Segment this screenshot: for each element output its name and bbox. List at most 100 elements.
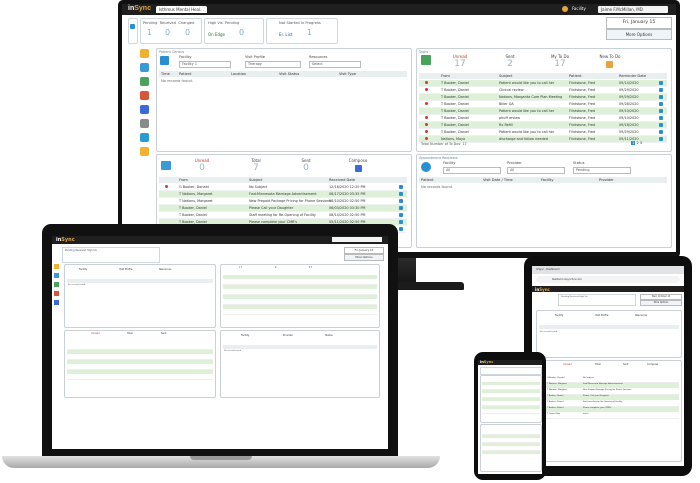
sent-count[interactable]: 2 <box>275 266 277 269</box>
sent-label: Sent <box>623 363 629 366</box>
user-menu[interactable] <box>332 237 382 242</box>
unread-count[interactable]: 17 <box>445 59 475 69</box>
app-logo[interactable]: inSync <box>56 237 75 243</box>
table-row[interactable]: T Nations, Margaret Fwd:Minnesota Marriag… <box>159 191 407 198</box>
alert-icon[interactable] <box>562 6 568 12</box>
sent-count[interactable]: 2 <box>495 59 525 69</box>
stats-strip[interactable]: Pending Received High Vis <box>558 294 636 306</box>
table-row[interactable] <box>482 410 540 414</box>
stats-strip[interactable] <box>480 367 542 375</box>
users-icon[interactable] <box>140 105 149 114</box>
table-row[interactable] <box>67 350 213 354</box>
document-icon[interactable] <box>140 119 149 128</box>
table-row[interactable] <box>482 382 540 385</box>
vis-stats[interactable]: High Vis Pending On Edge 0 <box>204 18 264 44</box>
resources-select[interactable]: Select <box>309 61 361 68</box>
visit-profile-select[interactable]: Therapy <box>245 61 301 68</box>
user-menu[interactable]: Jaime F.McMillan, MD <box>598 6 668 13</box>
new-todo-icon[interactable] <box>606 61 613 68</box>
browser-tab[interactable]: InSync - Dashboard <box>536 268 559 271</box>
messages-panel: Unread Total Sent Compose G Booker, Dona… <box>536 360 682 462</box>
table-row[interactable] <box>482 398 540 401</box>
total-count[interactable]: 7 <box>241 163 271 173</box>
table-row[interactable]: T Nations, Margaret Fwd:Minnesota Marriag… <box>539 383 679 388</box>
table-row[interactable]: T Booker, Daniel Staff meeting for Re-Ope… <box>159 212 407 219</box>
table-row[interactable]: T Booker, Daniel Patient would like you t… <box>419 108 667 115</box>
table-row[interactable] <box>223 295 377 299</box>
clipboard-icon[interactable] <box>54 264 59 269</box>
status-select[interactable]: Pending <box>573 167 631 174</box>
pill-icon[interactable] <box>140 91 149 100</box>
patient-census-panel: Patient Census Facility Facility 1 Visit… <box>156 48 412 152</box>
mail-icon <box>161 161 171 170</box>
more-options-button[interactable]: More Options <box>344 254 384 261</box>
er-list-label: Er. List <box>279 32 293 37</box>
date-display: Fri, January 15 <box>344 247 384 254</box>
table-row[interactable] <box>67 370 213 374</box>
calendar-icon[interactable] <box>140 133 149 142</box>
table-row[interactable]: T Booker, Daniel phuff review Flintstone, … <box>419 115 667 122</box>
table-row[interactable] <box>67 360 213 364</box>
more-options-button[interactable]: More Options <box>640 300 682 306</box>
provider-select[interactable]: All <box>507 167 565 174</box>
chart-icon[interactable] <box>54 273 59 278</box>
changed-count: 0 <box>185 28 191 37</box>
compose-icon[interactable] <box>355 165 362 172</box>
table-row[interactable]: T Booker, Daniel Patient would like you t… <box>419 80 667 87</box>
table-row[interactable] <box>482 443 540 446</box>
clock-icon[interactable] <box>140 147 149 156</box>
table-row[interactable]: T Booker, Daniel Patient would like you t… <box>419 129 667 136</box>
users-icon[interactable] <box>54 300 59 305</box>
orders-stats[interactable]: Pending Received Changed 1 0 0 <box>140 18 202 44</box>
more-options-button[interactable]: More Options <box>606 29 672 40</box>
table-row[interactable] <box>223 310 377 315</box>
app-logo[interactable]: inSync <box>128 5 151 12</box>
top-bar: inSync Isthmus Mental Heal... Facility J… <box>122 4 676 15</box>
url-text: testdemo.insynchcs.com <box>552 278 582 281</box>
home-icon[interactable] <box>128 18 138 44</box>
app-logo[interactable]: inSync <box>535 287 550 292</box>
my-todo-count[interactable]: 17 <box>309 266 312 269</box>
sent-count[interactable]: 0 <box>291 163 321 173</box>
pill-icon[interactable] <box>54 291 59 296</box>
table-row[interactable]: T Booker, Daniel Please Call your Daughte… <box>539 395 679 400</box>
unread-label: Unread <box>91 332 100 335</box>
table-row[interactable] <box>482 435 540 438</box>
clipboard-icon[interactable] <box>140 49 149 58</box>
todo-icon <box>421 55 431 65</box>
table-row[interactable] <box>482 451 540 454</box>
facility-label: Facility <box>555 314 564 317</box>
er-list-count: 1 <box>307 28 313 37</box>
stats-strip[interactable]: Pending Received High Vis <box>62 247 160 263</box>
facility-select[interactable]: All <box>443 167 501 174</box>
table-row[interactable]: T Booker, Daniel Nations, Margarita Care … <box>419 94 667 101</box>
panel-title: Appointment Requests <box>419 156 458 160</box>
address-bar[interactable]: testdemo.insynchcs.com <box>536 276 680 283</box>
table-row[interactable] <box>223 305 377 309</box>
table-row[interactable]: T Booker, Daniel Biller QA Flintstone, Fre… <box>419 101 667 108</box>
unread-count[interactable]: 17 <box>239 266 242 269</box>
table-row[interactable] <box>223 275 377 279</box>
table-row[interactable] <box>482 390 540 393</box>
workspace-tab[interactable]: Isthmus Mental Heal... <box>156 6 207 13</box>
table-row[interactable]: T Booker, Daniel Rx Refill Flintstone, Fre… <box>419 122 667 129</box>
chart-icon[interactable] <box>140 63 149 72</box>
progress-stats[interactable]: Not Started In Progress Er. List 1 <box>266 18 338 44</box>
people-icon[interactable] <box>54 282 59 287</box>
table-row[interactable] <box>67 375 213 380</box>
my-todo-count[interactable]: 17 <box>545 59 575 69</box>
pagination[interactable]: 1 2 3 <box>631 141 642 145</box>
table-row[interactable]: T Nations, Margaret New Prepaid Package P… <box>159 198 407 205</box>
table-row[interactable]: T Booker, Daniel Please complete your CMR… <box>539 407 679 412</box>
table-row[interactable] <box>482 406 540 409</box>
unread-count[interactable]: 0 <box>187 163 217 173</box>
facility-menu[interactable]: Facility <box>572 6 586 11</box>
app-logo[interactable]: inSync <box>480 360 493 364</box>
table-row[interactable]: G Booker, Donald No Subject 12/16/2020 12:… <box>159 184 407 191</box>
table-row[interactable]: T Booker, Daniel Clinical review Flintston… <box>419 87 667 94</box>
table-row[interactable] <box>223 285 377 289</box>
facility-select[interactable]: Facility 1 <box>179 61 231 68</box>
table-row[interactable]: T Booker, Daniel Please Call your Daughte… <box>159 205 407 212</box>
people-icon[interactable] <box>140 77 149 86</box>
table-row[interactable]: T Lewis, Matt lunch <box>539 413 679 419</box>
